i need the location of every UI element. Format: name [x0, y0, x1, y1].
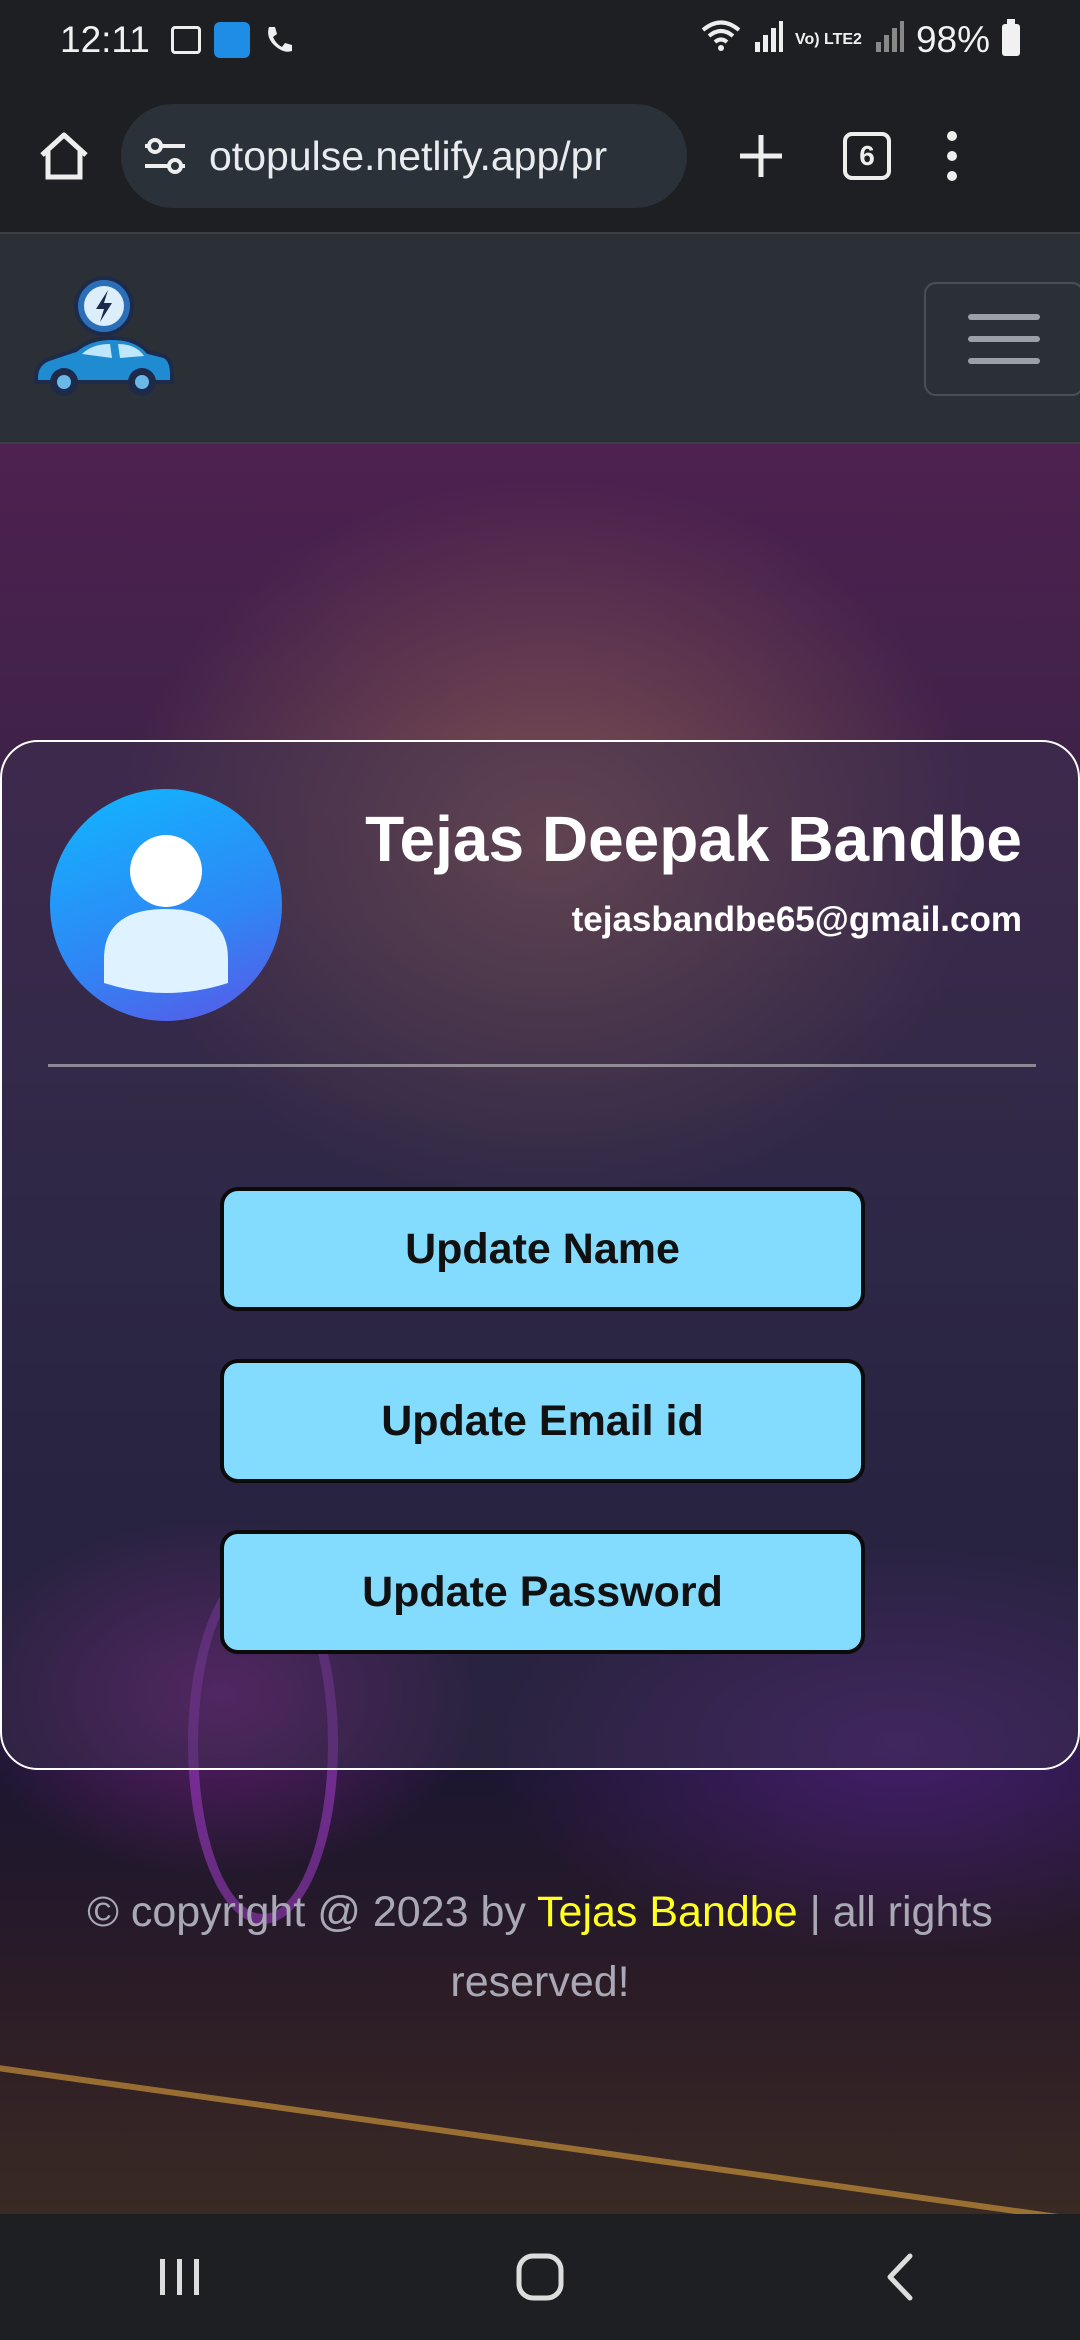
update-email-button[interactable]: Update Email id	[220, 1359, 865, 1483]
menu-icon[interactable]	[947, 131, 957, 181]
site-logo[interactable]	[32, 274, 176, 404]
recent-apps-icon[interactable]	[135, 2232, 225, 2322]
update-password-button[interactable]: Update Password	[220, 1530, 865, 1654]
gallery-icon	[168, 24, 204, 56]
notification-icons	[168, 22, 296, 58]
home-nav-icon[interactable]	[495, 2232, 585, 2322]
back-icon[interactable]	[855, 2232, 945, 2322]
new-tab-icon[interactable]	[731, 126, 791, 186]
wifi-icon	[701, 19, 741, 62]
hamburger-icon[interactable]	[924, 282, 1080, 396]
address-bar[interactable]: otopulse.netlify.app/pr	[121, 104, 687, 208]
site-navbar	[0, 232, 1080, 444]
user-icon	[104, 835, 228, 993]
footer-prefix: © copyright @ 2023 by	[87, 1888, 538, 1936]
footer-author: Tejas Bandbe	[537, 1888, 798, 1936]
battery-percent: 98%	[915, 19, 990, 60]
footer-copyright: © copyright @ 2023 by Tejas Bandbe | all…	[40, 1877, 1040, 2017]
update-name-button[interactable]: Update Name	[220, 1187, 865, 1311]
site-settings-icon[interactable]	[143, 134, 187, 178]
battery-icon	[1002, 19, 1020, 56]
profile-name: Tejas Deepak Bandbe	[365, 803, 1022, 875]
browser-toolbar: otopulse.netlify.app/pr 6	[0, 80, 1080, 232]
url-text[interactable]: otopulse.netlify.app/pr	[209, 133, 607, 180]
home-icon[interactable]	[33, 125, 95, 187]
cloud-upload-icon	[213, 22, 250, 58]
lte-label: Vo) LTE2	[794, 31, 862, 48]
profile-email: tejasbandbe65@gmail.com	[571, 900, 1022, 939]
divider	[48, 1064, 1036, 1067]
status-time: 12:11	[60, 19, 150, 60]
neon-line	[0, 2060, 1080, 2214]
web-page: Tejas Deepak Bandbe tejasbandbe65@gmail.…	[0, 232, 1080, 2214]
system-nav-bar	[0, 2214, 1080, 2340]
status-bar: 12:11 Vo) LTE2 98%	[0, 0, 1080, 80]
avatar	[50, 789, 282, 1021]
signal-icon	[753, 19, 783, 61]
profile-card: Tejas Deepak Bandbe tejasbandbe65@gmail.…	[0, 740, 1080, 1770]
tab-switcher-icon[interactable]: 6	[843, 132, 891, 180]
call-icon	[260, 24, 296, 56]
signal-2-icon	[874, 19, 904, 61]
